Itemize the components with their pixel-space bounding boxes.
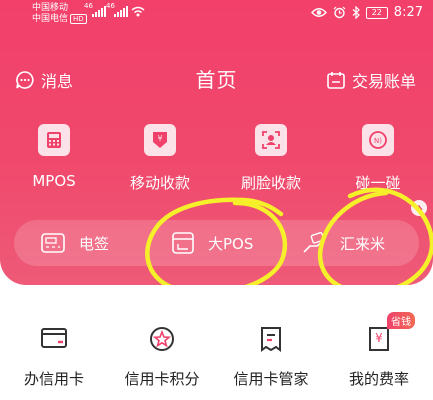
terminal-label: 汇来米 xyxy=(340,234,386,253)
carrier-2: 中国电信 xyxy=(32,14,69,24)
carrier-info: 中国移动 中国电信 HD xyxy=(32,3,87,25)
quick-label: 碰一碰 xyxy=(355,174,401,192)
svg-text:¥: ¥ xyxy=(375,331,383,345)
eye-icon xyxy=(310,8,327,17)
svg-text:¥: ¥ xyxy=(157,134,162,143)
face-payment-button[interactable]: 刷脸收款 xyxy=(221,124,321,193)
yuan-download-icon: ¥ xyxy=(144,124,176,156)
mobile-payment-button[interactable]: ¥ 移动收款 xyxy=(110,124,210,193)
clipboard-icon xyxy=(261,327,281,352)
credit-card-points-button[interactable]: 信用卡积分 xyxy=(112,326,212,389)
status-indicators: 22 8:27 xyxy=(310,5,423,20)
my-rates-button[interactable]: ¥ 省钱 我的费率 xyxy=(329,312,429,389)
carrier-1: 中国移动 xyxy=(32,3,69,13)
terminal-label: 电签 xyxy=(79,234,110,253)
bills-label: 交易账单 xyxy=(351,72,416,91)
terminal-bar: 电签 大POS 汇来米 xyxy=(14,220,419,266)
wifi-icon xyxy=(131,6,145,17)
svg-text:N): N) xyxy=(374,137,382,145)
save-money-badge: 省钱 xyxy=(387,312,415,329)
battery-icon: 22 xyxy=(365,6,388,19)
nfc-icon: N) xyxy=(362,124,394,156)
bluetooth-icon xyxy=(352,6,360,19)
face-scan-icon xyxy=(255,124,287,156)
quick-label: MPOS xyxy=(32,172,76,190)
big-pos-button[interactable]: 大POS xyxy=(172,220,253,266)
services-row: 办信用卡 信用卡积分 信用卡管家 ¥ 省钱 我的费率 xyxy=(0,312,433,400)
credit-card-icon xyxy=(41,328,67,348)
calendar-icon xyxy=(327,72,345,89)
transaction-bills-button[interactable]: 交易账单 xyxy=(326,68,416,92)
tap-payment-button[interactable]: N) 碰一碰 xyxy=(328,124,428,193)
service-label: 信用卡积分 xyxy=(124,370,200,388)
mpos-button[interactable]: MPOS xyxy=(4,124,104,190)
chevron-up-icon xyxy=(415,205,423,211)
signal-icon xyxy=(92,6,106,17)
quick-label: 刷脸收款 xyxy=(240,174,301,192)
service-label: 信用卡管家 xyxy=(233,370,309,388)
hand-card-icon xyxy=(303,232,325,253)
terminal-icon xyxy=(41,233,65,253)
home-hero-panel: 中国移动 中国电信 HD 46 46 22 8:27 消息 首页 交易账单 MP… xyxy=(0,0,433,285)
clock-time: 8:27 xyxy=(393,5,423,20)
alarm-icon xyxy=(333,6,346,19)
star-badge-icon xyxy=(150,327,174,351)
pos-machine-icon xyxy=(172,232,194,254)
calculator-icon xyxy=(38,124,70,156)
scroll-up-button[interactable] xyxy=(411,200,427,216)
hd-badge: HD xyxy=(70,14,87,24)
terminal-label: 大POS xyxy=(208,234,254,253)
apply-credit-card-button[interactable]: 办信用卡 xyxy=(4,326,104,389)
quick-label: 移动收款 xyxy=(129,174,190,192)
credit-card-manager-button[interactable]: 信用卡管家 xyxy=(221,326,321,389)
service-label: 我的费率 xyxy=(348,370,409,388)
huilaimi-button[interactable]: 汇来米 xyxy=(302,220,385,266)
e-sign-terminal-button[interactable]: 电签 xyxy=(41,220,109,266)
signal-icon xyxy=(114,6,128,17)
home-header: 消息 首页 交易账单 xyxy=(0,62,433,96)
quick-functions: MPOS ¥ 移动收款 刷脸收款 N) 碰一碰 xyxy=(0,124,433,204)
yuan-receipt-icon: ¥ xyxy=(369,327,389,351)
service-label: 办信用卡 xyxy=(23,370,84,388)
status-bar: 中国移动 中国电信 HD 46 46 22 8:27 xyxy=(0,0,433,30)
